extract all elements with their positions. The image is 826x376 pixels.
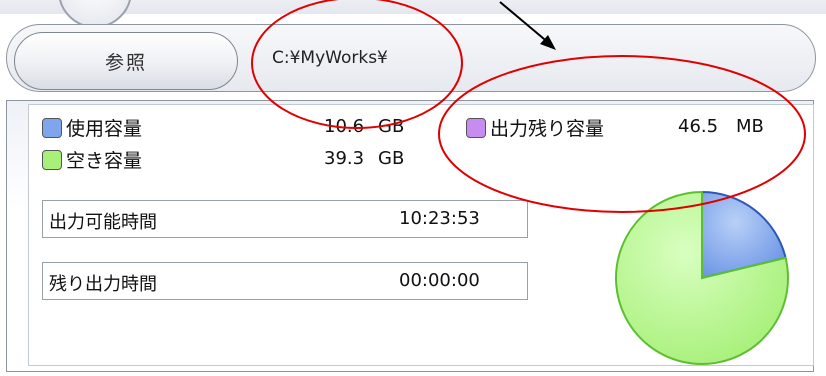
free-swatch-icon [42,149,62,170]
available-time-field: 出力可能時間 10:23:53 [42,200,528,238]
legend-used: 使用容量 [42,114,142,141]
used-unit: GB [378,116,405,137]
remaining-time-label: 残り出力時間 [49,274,157,295]
remaining-time-field: 残り出力時間 00:00:00 [42,262,528,300]
used-value: 10.6 [324,116,365,137]
free-unit: GB [378,148,405,169]
free-label: 空き容量 [66,150,143,172]
remaining-label: 出力残り容量 [490,118,605,140]
remaining-time-value: 00:00:00 [399,270,480,291]
free-value: 39.3 [324,148,365,169]
used-label: 使用容量 [66,118,143,140]
capacity-pie-chart [615,190,789,365]
remaining-swatch-icon [466,117,486,138]
used-swatch-icon [42,117,62,138]
output-path: C:¥MyWorks¥ [272,48,388,68]
remaining-value: 46.5 [678,116,719,137]
remaining-unit: MB [736,116,764,137]
available-time-value: 10:23:53 [399,208,480,229]
legend-remaining: 出力残り容量 [466,114,604,141]
available-time-label: 出力可能時間 [49,212,157,233]
browse-button[interactable]: 参照 [14,32,238,90]
legend-free: 空き容量 [42,146,142,173]
